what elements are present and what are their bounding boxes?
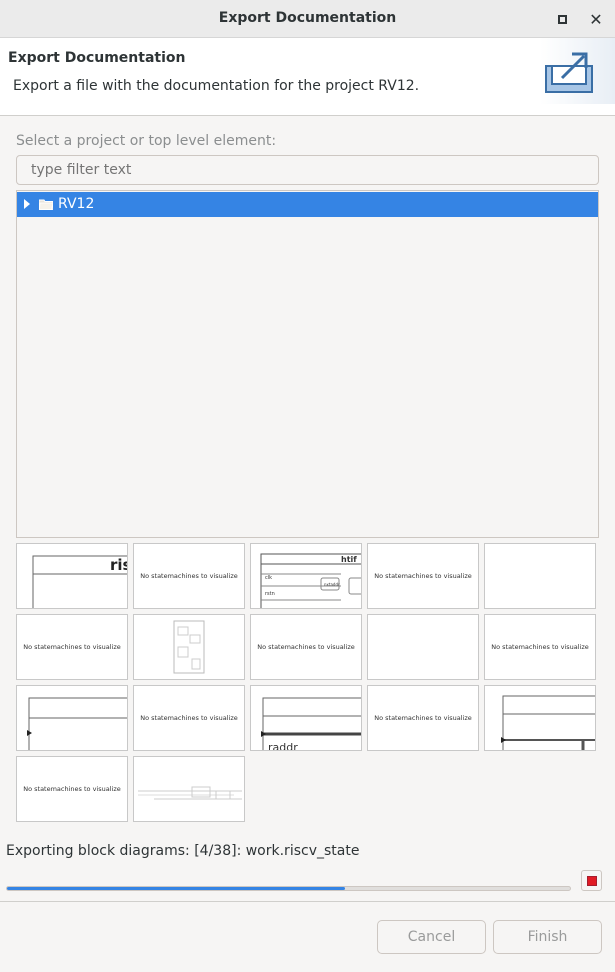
thumbnail-empty: No statemachines to visualize	[133, 543, 245, 609]
folder-icon	[39, 199, 53, 210]
diagram-thumbnails: ris No statemachines to visualize htif c…	[16, 543, 600, 823]
thumbnail-port-label: raddr	[268, 741, 298, 751]
thumbnail-message: No statemachines to visualize	[374, 572, 472, 580]
title-bar: Export Documentation ✕	[0, 0, 615, 38]
thumbnail-diagram	[133, 756, 245, 822]
window-title: Export Documentation	[218, 10, 397, 26]
stop-icon	[587, 876, 597, 886]
stop-button[interactable]	[581, 870, 602, 891]
thumbnail-diagram	[16, 685, 128, 751]
filter-input[interactable]	[16, 155, 599, 185]
export-icon	[540, 38, 615, 104]
thumbnail-empty: No statemachines to visualize	[250, 614, 362, 680]
close-icon: ✕	[589, 9, 603, 29]
thumbnail-message: No statemachines to visualize	[140, 572, 238, 580]
thumbnail-diagram: ris	[16, 543, 128, 609]
thumbnail-empty: No statemachines to visualize	[367, 543, 479, 609]
thumbnail-empty: No statemachines to visualize	[16, 756, 128, 822]
thumbnail-message: No statemachines to visualize	[23, 643, 121, 651]
thumbnail-diagram-title: ris	[110, 556, 127, 574]
button-bar-divider	[0, 901, 615, 902]
maximize-button[interactable]	[552, 9, 572, 29]
thumbnail-message: No statemachines to visualize	[374, 714, 472, 722]
status-text: Exporting block diagrams: [4/38]: work.r…	[6, 843, 360, 859]
maximize-icon	[557, 14, 567, 24]
progress-fill	[7, 887, 345, 890]
expand-arrow-icon[interactable]	[24, 199, 30, 209]
cancel-button[interactable]: Cancel	[377, 920, 486, 954]
progress-bar	[6, 886, 571, 891]
wizard-header: Export Documentation Export a file with …	[0, 38, 615, 116]
thumbnail-message: No statemachines to visualize	[140, 714, 238, 722]
thumbnail-blank	[367, 614, 479, 680]
tree-item-label: RV12	[58, 196, 95, 212]
tree-item-rv12[interactable]: RV12	[17, 192, 598, 217]
thumbnail-blank	[484, 543, 596, 609]
thumbnail-empty: No statemachines to visualize	[16, 614, 128, 680]
thumbnail-message: No statemachines to visualize	[257, 643, 355, 651]
header-title: Export Documentation	[8, 50, 186, 66]
thumbnail-diagram	[133, 614, 245, 680]
finish-button[interactable]: Finish	[493, 920, 602, 954]
thumbnail-message: No statemachines to visualize	[23, 785, 121, 793]
thumbnail-diagram	[484, 685, 596, 751]
thumbnail-empty: No statemachines to visualize	[133, 685, 245, 751]
header-description: Export a file with the documentation for…	[13, 78, 420, 94]
select-label: Select a project or top level element:	[16, 133, 277, 149]
close-button[interactable]: ✕	[586, 9, 606, 29]
thumbnail-port-label: clk	[265, 575, 273, 581]
thumbnail-port-label: nxtaddr	[324, 582, 340, 587]
thumbnail-port-label: rstn	[265, 591, 275, 597]
thumbnail-diagram: raddr	[250, 685, 362, 751]
project-tree[interactable]: RV12	[16, 190, 599, 538]
thumbnail-message: No statemachines to visualize	[491, 643, 589, 651]
thumbnail-diagram-title: htif	[341, 555, 357, 564]
thumbnail-empty: No statemachines to visualize	[367, 685, 479, 751]
thumbnail-empty: No statemachines to visualize	[484, 614, 596, 680]
thumbnail-diagram: htif clk rstn nxtaddr	[250, 543, 362, 609]
